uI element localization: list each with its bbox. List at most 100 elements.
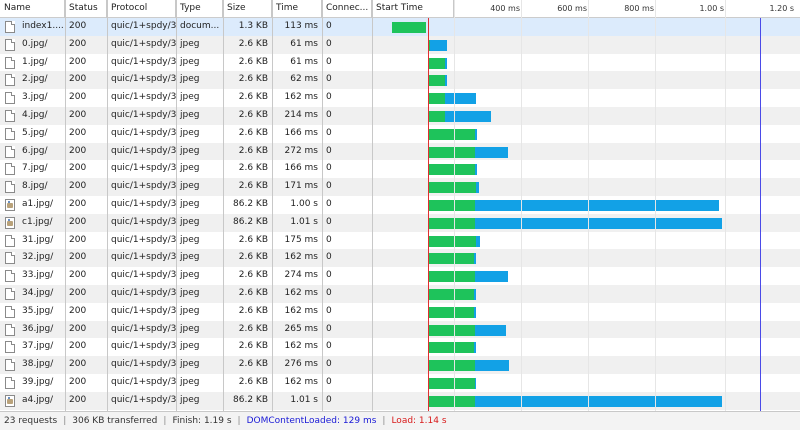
table-row[interactable]: 6.jpg/200 quic/1+spdy/3 jpeg 2.6 KB 272 ms 0: [0, 142, 800, 161]
timing-bar-receiving[interactable]: [474, 306, 476, 318]
table-row[interactable]: a1.jpg/200 quic/1+spdy/3 jpeg 86.2 KB 1.00 s…: [0, 196, 800, 214]
timing-bar-waiting[interactable]: [429, 182, 477, 194]
timing-bar-waiting[interactable]: [429, 360, 476, 372]
timing-bar-waiting[interactable]: [429, 217, 476, 229]
column-divider[interactable]: [372, 0, 373, 411]
timing-bar-waiting[interactable]: [429, 253, 475, 265]
table-row[interactable]: 31.jpg/200 quic/1+spdy/3 jpeg 2.6 KB 175 ms 0: [0, 232, 800, 250]
cell-connection: 0: [326, 163, 332, 174]
table-row[interactable]: 7.jpg/200 quic/1+spdy/3 jpeg 2.6 KB 166 ms 0: [0, 160, 800, 178]
cell-time: 62 ms: [290, 74, 318, 85]
table-row[interactable]: 39.jpg/200 quic/1+spdy/3 jpeg 2.6 KB 162 ms 0: [0, 374, 800, 392]
column-divider[interactable]: [65, 0, 66, 411]
column-divider[interactable]: [176, 0, 177, 411]
timing-bar-receiving[interactable]: [475, 128, 478, 140]
timing-bar-receiving[interactable]: [475, 271, 509, 283]
timing-bar-waiting[interactable]: [429, 306, 475, 318]
timing-bar-waiting[interactable]: [392, 22, 427, 33]
column-divider[interactable]: [322, 0, 323, 411]
file-icon: [5, 270, 15, 283]
column-header-protocol[interactable]: Protocol: [107, 0, 176, 18]
table-row[interactable]: index1.... 200 quic/1+spdy/3 docum... 1.3 KB…: [0, 18, 800, 36]
column-header-time[interactable]: Time: [272, 0, 322, 18]
timing-bar-waiting[interactable]: [429, 57, 446, 69]
table-row[interactable]: 33.jpg/200 quic/1+spdy/3 jpeg 2.6 KB 274 ms 0: [0, 267, 800, 285]
cell-name: 3.jpg/: [22, 92, 48, 103]
timing-bar-receiving[interactable]: [475, 164, 478, 176]
timing-bar-receiving[interactable]: [475, 324, 506, 336]
timing-bar-receiving[interactable]: [475, 360, 510, 372]
table-row[interactable]: 38.jpg/200 quic/1+spdy/3 jpeg 2.6 KB 276 ms 0: [0, 356, 800, 374]
file-icon: [5, 181, 15, 194]
table-row[interactable]: 34.jpg/200 quic/1+spdy/3 jpeg 2.6 KB 162 ms 0: [0, 285, 800, 303]
file-icon: [5, 56, 15, 69]
cell-type: jpeg: [180, 127, 200, 138]
cell-protocol: quic/1+spdy/3: [111, 394, 176, 405]
timing-bar-receiving[interactable]: [445, 93, 476, 105]
cell-type: jpeg: [180, 163, 200, 174]
timing-bar-waiting[interactable]: [429, 200, 476, 211]
cell-name: 37.jpg/: [22, 341, 54, 352]
table-row[interactable]: 5.jpg/200 quic/1+spdy/3 jpeg 2.6 KB 166 ms 0: [0, 125, 800, 143]
table-row[interactable]: a4.jpg/200 quic/1+spdy/3 jpeg 86.2 KB 1.01 s…: [0, 391, 800, 410]
cell-type: jpeg: [180, 38, 200, 49]
timing-bar-waiting[interactable]: [429, 378, 476, 389]
timing-bar-receiving[interactable]: [445, 57, 447, 69]
timing-bar-waiting[interactable]: [429, 93, 446, 105]
timing-bar-waiting[interactable]: [429, 271, 476, 283]
timing-bar-waiting[interactable]: [429, 111, 446, 122]
column-header-connection[interactable]: Connec...: [322, 0, 372, 18]
timeline-gridline: [655, 0, 656, 411]
table-row[interactable]: 3.jpg/200 quic/1+spdy/3 jpeg 2.6 KB 162 ms 0: [0, 89, 800, 107]
table-row[interactable]: 32.jpg/200 quic/1+spdy/3 jpeg 2.6 KB 162 ms 0: [0, 249, 800, 268]
timeline-tick-600ms: 600 ms: [557, 4, 587, 13]
timing-bar-receiving[interactable]: [445, 75, 447, 87]
timing-bar-waiting[interactable]: [429, 128, 476, 140]
column-header-size[interactable]: Size: [223, 0, 272, 18]
timing-bar-receiving[interactable]: [475, 146, 508, 158]
table-row[interactable]: 8.jpg/200 quic/1+spdy/3 jpeg 2.6 KB 171 ms 0: [0, 178, 800, 196]
timing-bar-receiving[interactable]: [475, 200, 719, 211]
timing-bar-waiting[interactable]: [429, 395, 476, 407]
cell-connection: 0: [326, 74, 332, 85]
table-row[interactable]: 4.jpg/200 quic/1+spdy/3 jpeg 2.6 KB 214 ms 0: [0, 107, 800, 125]
column-header-type[interactable]: Type: [176, 0, 223, 18]
cell-type: jpeg: [180, 110, 200, 120]
timing-bar-receiving[interactable]: [474, 289, 476, 300]
timing-bar-receiving[interactable]: [475, 378, 477, 389]
timing-bar-waiting[interactable]: [429, 146, 476, 158]
timing-bar-receiving[interactable]: [476, 235, 480, 247]
column-divider[interactable]: [107, 0, 108, 411]
table-row[interactable]: c1.jpg/200 quic/1+spdy/3 jpeg 86.2 KB 1.01 s…: [0, 213, 800, 232]
column-header-status[interactable]: Status: [65, 0, 107, 18]
table-row[interactable]: 0.jpg/200 quic/1+spdy/3 jpeg 2.6 KB 61 ms 0: [0, 35, 800, 54]
table-row[interactable]: 37.jpg/200 quic/1+spdy/3 jpeg 2.6 KB 162 ms 0: [0, 338, 800, 356]
timing-bar-waiting[interactable]: [429, 164, 476, 176]
timing-bar-waiting[interactable]: [429, 235, 477, 247]
table-row[interactable]: 2.jpg/200 quic/1+spdy/3 jpeg 2.6 KB 62 ms 0: [0, 71, 800, 90]
cell-status: 200: [69, 199, 87, 209]
cell-protocol: quic/1+spdy/3: [111, 323, 176, 334]
cell-protocol: quic/1+spdy/3: [111, 181, 176, 192]
timing-bar-receiving[interactable]: [476, 182, 479, 194]
timing-bar-receiving[interactable]: [429, 39, 447, 51]
timing-bar-receiving[interactable]: [474, 253, 476, 265]
table-row[interactable]: 1.jpg/200 quic/1+spdy/3 jpeg 2.6 KB 61 ms 0: [0, 54, 800, 72]
timing-bar-waiting[interactable]: [429, 324, 476, 336]
timing-bar-receiving[interactable]: [445, 111, 492, 122]
column-header-name[interactable]: Name: [0, 0, 65, 18]
timing-bar-receiving[interactable]: [475, 395, 723, 407]
timing-bar-waiting[interactable]: [429, 75, 446, 87]
timing-bar-waiting[interactable]: [429, 342, 475, 354]
table-row[interactable]: 36.jpg/200 quic/1+spdy/3 jpeg 2.6 KB 265 ms 0: [0, 320, 800, 339]
timing-bar-waiting[interactable]: [429, 289, 475, 300]
cell-size: 2.6 KB: [238, 288, 268, 298]
table-row[interactable]: 35.jpg/200 quic/1+spdy/3 jpeg 2.6 KB 162 ms 0: [0, 303, 800, 321]
column-header-start-time[interactable]: Start Time: [372, 0, 454, 18]
timing-bar-receiving[interactable]: [475, 217, 722, 229]
cell-connection: 0: [326, 21, 332, 31]
cell-size: 2.6 KB: [238, 56, 268, 67]
timing-bar-receiving[interactable]: [474, 342, 476, 354]
column-divider[interactable]: [223, 0, 224, 411]
column-divider[interactable]: [272, 0, 273, 411]
